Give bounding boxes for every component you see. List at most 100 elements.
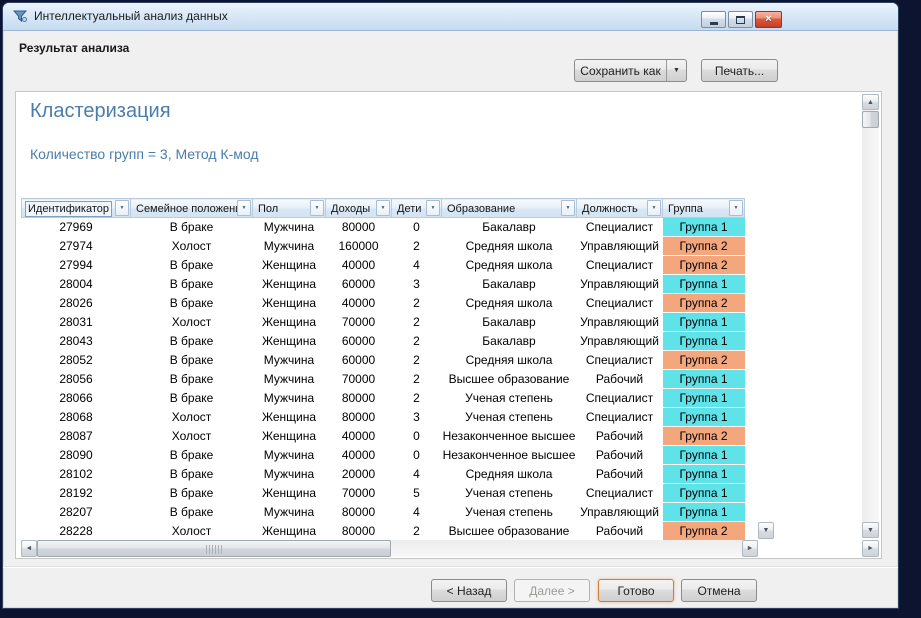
cell: Специалист [577,351,663,370]
cell: 20000 [326,465,392,484]
column-filter-button[interactable]: ▼ [115,200,129,216]
column-header[interactable]: Доходы ▼ [326,199,392,218]
table-row[interactable]: 27994В бракеЖенщина400004Средняя школаСп… [22,256,745,275]
panel-vertical-scrollbar[interactable]: ▲ ▼ [862,94,879,538]
column-filter-button[interactable]: ▼ [376,200,390,216]
panel-scroll-right-icon[interactable]: ► [862,540,879,557]
cancel-button[interactable]: Отмена [681,579,757,602]
next-button: Далее > [514,579,590,602]
cell: 28031 [22,313,131,332]
chevron-down-icon[interactable]: ▼ [666,60,686,81]
column-header[interactable]: Образование ▼ [442,199,577,218]
cell: 70000 [326,484,392,503]
cell: Холост [131,408,253,427]
column-filter-button[interactable]: ▼ [426,200,440,216]
cell: 28087 [22,427,131,446]
cell: Специалист [577,294,663,313]
column-filter-button[interactable]: ▼ [561,200,575,216]
cell: В браке [131,484,253,503]
scroll-right-icon[interactable]: ► [742,540,758,557]
save-as-button[interactable]: Сохранить как ▼ [574,59,687,82]
table-row[interactable]: 28052В бракеМужчина600002Средняя школаСп… [22,351,745,370]
cell: 0 [392,427,442,446]
table-row[interactable]: 27969В бракеМужчина800000БакалаврСпециал… [22,218,745,237]
cell: Высшее образование [442,370,577,389]
title-bar[interactable]: Интеллектуальный анализ данных × [3,3,898,31]
table-row[interactable]: 28228ХолостЖенщина800002Высшее образован… [22,522,745,541]
cell: 60000 [326,275,392,294]
column-header[interactable]: Дети▼ [392,199,442,218]
cell: 28228 [22,522,131,541]
cell: Бакалавр [442,275,577,294]
table-horizontal-scrollbar[interactable]: ◄ ► [21,540,758,557]
minimize-button[interactable] [701,11,726,28]
scroll-up-icon[interactable]: ▲ [862,94,879,110]
horizontal-scroll-thumb[interactable] [37,540,391,557]
results-table-head-row: Идентификатор▼Семейное положение▼Пол▼Дох… [22,199,745,218]
column-header[interactable]: Должность▼ [577,199,663,218]
column-header[interactable]: Пол ▼ [253,199,326,218]
back-button[interactable]: < Назад [431,579,507,602]
column-filter-button[interactable]: ▼ [310,200,324,216]
table-row[interactable]: 28192В бракеЖенщина700005Ученая степеньС… [22,484,745,503]
group-cell: Группа 2 [663,351,745,370]
table-scroll-down-icon[interactable]: ▼ [758,522,774,539]
close-icon: × [765,14,771,25]
cell: 70000 [326,313,392,332]
table-row[interactable]: 28004В бракеЖенщина600003БакалаврУправля… [22,275,745,294]
cell: Женщина [253,408,326,427]
cell: Женщина [253,522,326,541]
group-cell: Группа 1 [663,332,745,351]
cell: 2 [392,389,442,408]
finish-button[interactable]: Готово [598,579,674,602]
vertical-scroll-thumb[interactable] [862,111,879,128]
column-header-label: Образование [445,202,517,216]
table-row[interactable]: 28087ХолостЖенщина400000Незаконченное вы… [22,427,745,446]
cell: 160000 [326,237,392,256]
table-row[interactable]: 28207В бракеМужчина800004Ученая степеньУ… [22,503,745,522]
cell: 80000 [326,389,392,408]
scroll-left-icon[interactable]: ◄ [21,540,37,557]
table-row[interactable]: 28068ХолостЖенщина800003Ученая степеньСп… [22,408,745,427]
maximize-icon [736,16,745,24]
cell: В браке [131,446,253,465]
table-row[interactable]: 28056В бракеМужчина700002Высшее образова… [22,370,745,389]
table-row[interactable]: 28043В бракеЖенщина600002БакалаврУправля… [22,332,745,351]
group-cell: Группа 1 [663,408,745,427]
close-button[interactable]: × [755,11,782,28]
scroll-down-icon[interactable]: ▼ [862,522,879,538]
cell: 4 [392,503,442,522]
cell: Ученая степень [442,484,577,503]
cell: 2 [392,237,442,256]
cell: В браке [131,218,253,237]
column-filter-button[interactable]: ▼ [729,200,743,216]
cell: 2 [392,522,442,541]
cell: В браке [131,332,253,351]
group-cell: Группа 2 [663,294,745,313]
table-row[interactable]: 28090В бракеМужчина400000Незаконченное в… [22,446,745,465]
cell: Специалист [577,389,663,408]
column-header[interactable]: Группа▼ [663,199,745,218]
column-header-label: Идентификатор [25,201,112,217]
app-icon[interactable] [12,8,28,24]
column-filter-button[interactable]: ▼ [237,200,251,216]
table-row[interactable]: 28102В бракеМужчина200004Средняя школаРа… [22,465,745,484]
table-row[interactable]: 28031ХолостЖенщина700002БакалаврУправляю… [22,313,745,332]
maximize-button[interactable] [728,11,753,28]
table-row[interactable]: 27974ХолостМужчина1600002Средняя школаУп… [22,237,745,256]
table-row[interactable]: 28066В бракеМужчина800002Ученая степеньС… [22,389,745,408]
column-header-label: Пол [256,202,280,216]
cell: Мужчина [253,446,326,465]
table-row[interactable]: 28026В бракеЖенщина400002Средняя школаСп… [22,294,745,313]
print-button[interactable]: Печать... [701,59,778,82]
column-header-label: Доходы [329,202,372,216]
cell: Мужчина [253,503,326,522]
column-header[interactable]: Идентификатор▼ [22,199,131,218]
cell: Рабочий [577,465,663,484]
group-cell: Группа 1 [663,503,745,522]
cell: 28207 [22,503,131,522]
column-header[interactable]: Семейное положение▼ [131,199,253,218]
group-cell: Группа 1 [663,465,745,484]
column-filter-button[interactable]: ▼ [647,200,661,216]
cell: Бакалавр [442,218,577,237]
